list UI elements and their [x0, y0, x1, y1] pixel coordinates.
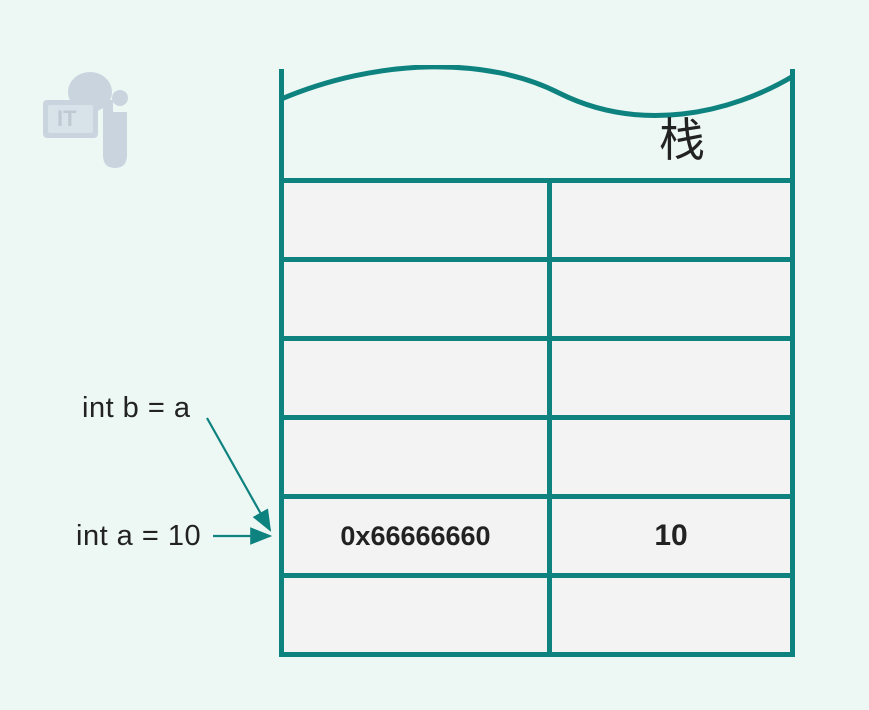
stack-value-1: [552, 262, 790, 336]
stack-address-2: [284, 341, 552, 415]
stack-row-3: [279, 420, 795, 499]
stack-address-1: [284, 262, 552, 336]
stack-row-2: [279, 341, 795, 420]
stack-row-5: [279, 578, 795, 657]
stack-address-3: [284, 420, 552, 494]
logo-it: IT: [35, 70, 145, 170]
stack-address-4: 0x66666660: [284, 499, 552, 573]
stack-value-4: 10: [552, 499, 790, 573]
label-int-a: int a = 10: [76, 520, 201, 553]
stack-row-4: 0x66666660 10: [279, 499, 795, 578]
stack-title: 栈: [659, 104, 705, 170]
stack-value-0: [552, 183, 790, 257]
stack-address-0: [284, 183, 552, 257]
stack-value-3: [552, 420, 790, 494]
stack-header: 栈: [279, 69, 795, 183]
label-int-b: int b = a: [82, 392, 191, 425]
logo-text: IT: [57, 106, 77, 131]
arrow-b-to-stack: [207, 418, 270, 530]
stack-address-5: [284, 578, 552, 652]
stack-value-2: [552, 341, 790, 415]
stack-diagram: 栈 0x66666660 10: [279, 69, 795, 657]
stack-row-0: [279, 183, 795, 262]
stack-value-5: [552, 578, 790, 652]
stack-row-1: [279, 262, 795, 341]
